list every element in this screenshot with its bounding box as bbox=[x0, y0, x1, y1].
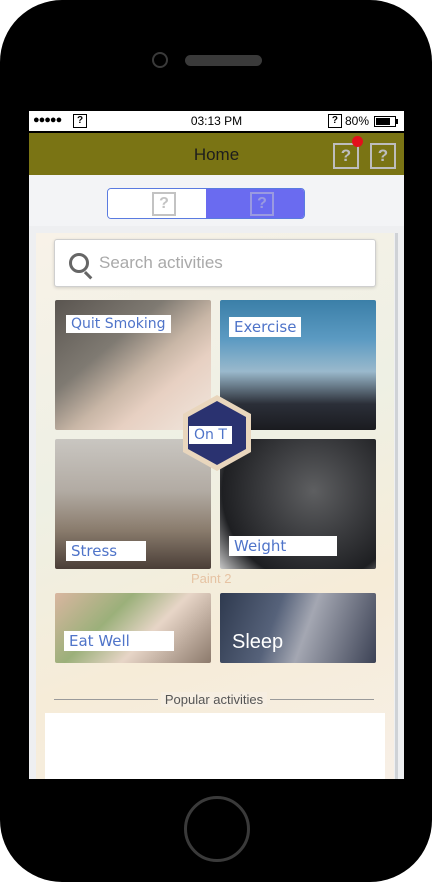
activity-label: Weight bbox=[229, 536, 337, 556]
scrollbar[interactable] bbox=[395, 233, 398, 779]
battery-percent: 80% bbox=[344, 114, 369, 128]
activity-label: Exercise bbox=[229, 317, 302, 337]
activity-label: Eat Well bbox=[64, 631, 174, 651]
segment-left-icon: ? bbox=[152, 192, 176, 216]
nav-bar: Home ? ? bbox=[29, 133, 404, 175]
segment-right-icon: ? bbox=[250, 192, 274, 216]
activity-label: Stress bbox=[66, 541, 146, 561]
activity-tile-eat-well[interactable]: Eat Well bbox=[55, 593, 211, 663]
activities-content: Search activities Quit Smoking Exercise … bbox=[36, 233, 394, 779]
status-bar: ●●●●● ? 03:13 PM ? 80% bbox=[29, 111, 404, 133]
popular-header: Popular activities bbox=[54, 690, 374, 710]
phone-frame: ●●●●● ? 03:13 PM ? 80% Home ? ? ? ? Sear… bbox=[0, 0, 432, 882]
home-button[interactable] bbox=[184, 796, 250, 862]
toggle-area: ? ? bbox=[29, 175, 404, 226]
menu-button[interactable]: ? bbox=[370, 143, 396, 169]
popular-title: Popular activities bbox=[160, 692, 268, 707]
status-unknown-icon: ? bbox=[327, 114, 342, 128]
activity-tile-sleep[interactable]: Sleep bbox=[220, 593, 376, 663]
segment-left[interactable]: ? bbox=[108, 189, 206, 218]
watermark-label: Paint 2 bbox=[191, 571, 232, 586]
notification-dot bbox=[352, 136, 363, 147]
segmented-control: ? ? bbox=[107, 188, 305, 219]
popular-card[interactable] bbox=[45, 713, 385, 779]
front-camera bbox=[152, 52, 168, 68]
battery-icon bbox=[374, 115, 398, 127]
notifications-button[interactable]: ? bbox=[333, 143, 359, 169]
search-input[interactable]: Search activities bbox=[99, 253, 223, 273]
activity-label: Quit Smoking bbox=[66, 315, 171, 333]
search-bar[interactable]: Search activities bbox=[54, 239, 376, 287]
activity-label: Sleep bbox=[232, 631, 284, 653]
status-right-group: ? 80% bbox=[327, 114, 398, 128]
search-icon bbox=[69, 253, 89, 273]
app-screen: ●●●●● ? 03:13 PM ? 80% Home ? ? ? ? Sear… bbox=[29, 111, 404, 779]
center-badge[interactable]: On T bbox=[177, 393, 257, 473]
earpiece-speaker bbox=[185, 55, 262, 66]
segment-right[interactable]: ? bbox=[206, 189, 304, 218]
center-badge-label: On T bbox=[189, 426, 232, 444]
